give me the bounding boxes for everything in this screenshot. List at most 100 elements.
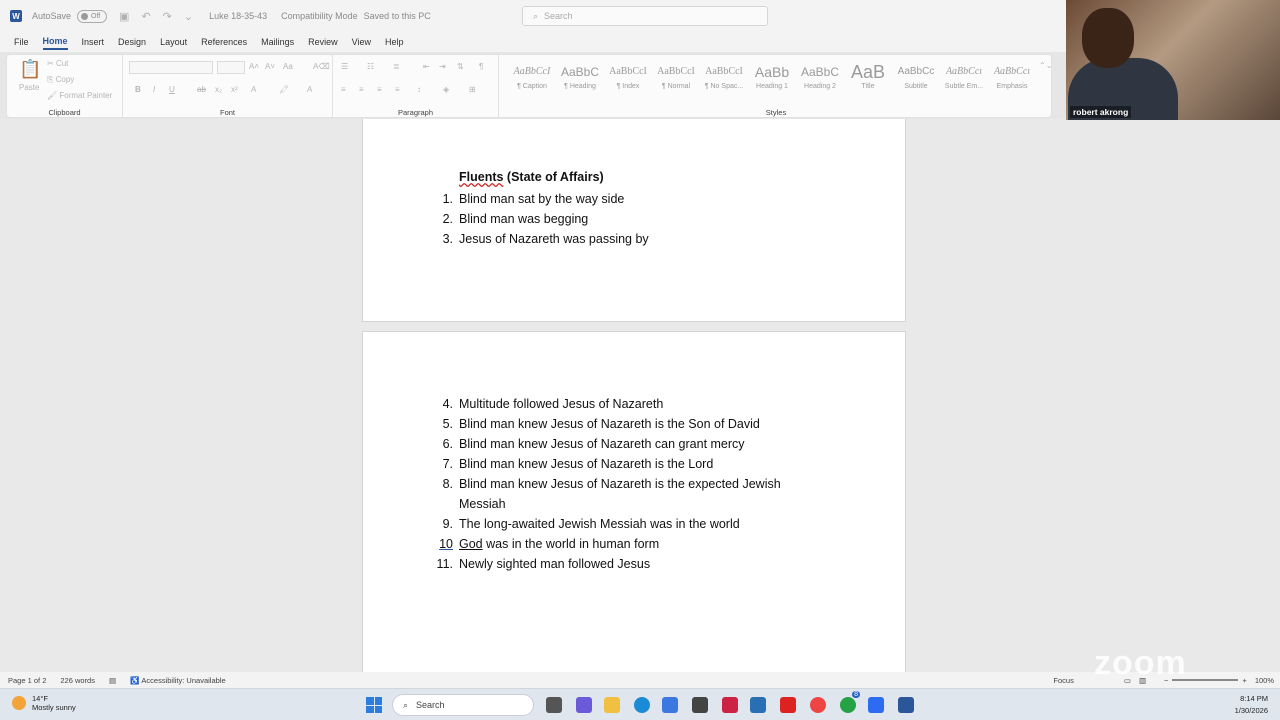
chrome-icon[interactable]: [810, 697, 826, 713]
save-icon[interactable]: ▣: [119, 10, 129, 23]
zoom-in-icon[interactable]: +: [1242, 676, 1246, 685]
highlight-icon[interactable]: 🖍: [279, 85, 289, 94]
clock[interactable]: 8:14 PM 1/30/2026: [1235, 693, 1268, 717]
decrease-indent-icon[interactable]: ⇤: [423, 62, 430, 71]
tab-view[interactable]: View: [352, 35, 371, 49]
weather-widget[interactable]: 14°F Mostly sunny: [12, 694, 76, 712]
borders-icon[interactable]: ⊞: [469, 85, 476, 94]
file-explorer-icon[interactable]: [604, 697, 620, 713]
superscript-icon[interactable]: x²: [231, 85, 238, 94]
style-heading-1[interactable]: AaBb Heading 1: [749, 61, 795, 99]
underline-icon[interactable]: U: [169, 85, 175, 94]
document-canvas[interactable]: Fluents (State of Affairs) 1. Blind man s…: [0, 119, 1280, 672]
accessibility-status[interactable]: Accessibility: Unavailable: [141, 676, 225, 685]
snipping-tool-icon[interactable]: [750, 697, 766, 713]
style-subtle-emphasis[interactable]: AaBbCcı Subtle Em...: [941, 61, 987, 99]
paragraph-group-label: Paragraph: [397, 108, 434, 117]
font-color-icon[interactable]: A: [307, 85, 312, 94]
list-text: Multitude followed Jesus of Nazareth: [459, 397, 664, 411]
section-heading: Fluents (State of Affairs): [459, 170, 604, 184]
list-text: Blind man knew Jesus of Nazareth is the …: [459, 417, 760, 431]
show-formatting-icon[interactable]: ¶: [479, 62, 483, 71]
vscode-icon[interactable]: [692, 697, 708, 713]
tab-file[interactable]: File: [14, 35, 29, 49]
paste-icon[interactable]: 📋: [19, 59, 41, 80]
grow-font-icon[interactable]: A˄: [249, 62, 259, 71]
page-count[interactable]: Page 1 of 2: [8, 676, 46, 685]
zoom-app-icon[interactable]: [868, 697, 884, 713]
style-no-spacing[interactable]: AaBbCcI ¶ No Spac...: [701, 61, 747, 99]
start-button[interactable]: [366, 697, 382, 713]
copilot-icon[interactable]: [576, 697, 592, 713]
tab-insert[interactable]: Insert: [82, 35, 105, 49]
align-right-icon[interactable]: ≡: [377, 85, 382, 94]
multilevel-list-icon[interactable]: ≣: [393, 62, 400, 71]
brush-icon: 🖌: [47, 91, 60, 100]
tab-references[interactable]: References: [201, 35, 247, 49]
italic-icon[interactable]: I: [153, 85, 155, 94]
bold-icon[interactable]: B: [135, 85, 141, 94]
bullets-icon[interactable]: ☰: [341, 62, 348, 71]
subscript-icon[interactable]: x₂: [215, 85, 222, 94]
style-name: ¶ No Spac...: [704, 83, 744, 90]
ribbon: 📋 Paste ✂ Cut ⎘ Copy 🖌 Format Painter Cl…: [6, 54, 1052, 119]
word-taskbar-icon[interactable]: [898, 697, 914, 713]
style-index[interactable]: AaBbCcI ¶ Index: [605, 61, 651, 99]
undo-icon[interactable]: ↶: [141, 10, 150, 23]
video-thumbnail[interactable]: robert akrong: [1066, 0, 1280, 120]
customize-toolbar-icon[interactable]: ⌄: [184, 10, 193, 23]
format-painter-button[interactable]: 🖌 Format Painter: [47, 91, 112, 100]
style-title[interactable]: AaB Title: [845, 61, 891, 99]
proofing-icon[interactable]: ▤: [109, 676, 116, 685]
tab-review[interactable]: Review: [308, 35, 338, 49]
shrink-font-icon[interactable]: A˅: [265, 62, 275, 71]
align-center-icon[interactable]: ≡: [359, 85, 364, 94]
page-2[interactable]: 4. Multitude followed Jesus of Nazareth 5…: [362, 331, 906, 672]
redo-icon[interactable]: ↷: [163, 10, 172, 23]
style-heading[interactable]: AaBbC ¶ Heading: [557, 61, 603, 99]
office-app-icon[interactable]: [780, 697, 796, 713]
line-spacing-icon[interactable]: ↕: [417, 85, 421, 94]
text-effects-icon[interactable]: A: [251, 85, 256, 94]
align-left-icon[interactable]: ≡: [341, 85, 346, 94]
shading-icon[interactable]: ◈: [443, 85, 449, 94]
paste-button[interactable]: Paste: [19, 83, 39, 92]
autosave-toggle[interactable]: Off: [77, 9, 108, 23]
style-caption[interactable]: AaBbCcI ¶ Caption: [509, 61, 555, 99]
tab-help[interactable]: Help: [385, 35, 404, 49]
search-input[interactable]: ⌕ Search: [522, 6, 768, 26]
sort-icon[interactable]: ⇅: [457, 62, 464, 71]
numbering-icon[interactable]: ☷: [367, 62, 374, 71]
copy-button[interactable]: ⎘ Copy: [47, 75, 74, 85]
clear-formatting-icon[interactable]: A⌫: [313, 62, 330, 71]
store-icon[interactable]: [662, 697, 678, 713]
style-heading-2[interactable]: AaBbC Heading 2: [797, 61, 843, 99]
word-count[interactable]: 226 words: [60, 676, 95, 685]
taskbar-search[interactable]: ⌕ Search: [392, 694, 534, 716]
style-emphasis[interactable]: AaBbCcı Emphasis: [989, 61, 1035, 99]
zoom-level[interactable]: 100%: [1255, 676, 1274, 685]
change-case-icon[interactable]: Aa: [283, 62, 293, 71]
whatsapp-icon[interactable]: 8: [840, 691, 860, 713]
styles-scroll-icon[interactable]: ⌃⌄: [1039, 61, 1052, 70]
game-app-icon[interactable]: [722, 697, 738, 713]
tab-home[interactable]: Home: [42, 34, 68, 50]
page-1[interactable]: Fluents (State of Affairs) 1. Blind man s…: [362, 119, 906, 322]
style-normal[interactable]: AaBbCcI ¶ Normal: [653, 61, 699, 99]
task-view-icon[interactable]: [546, 697, 562, 713]
style-subtitle[interactable]: AaBbCc Subtitle: [893, 61, 939, 99]
cut-button[interactable]: ✂ Cut: [47, 59, 68, 68]
strikethrough-icon[interactable]: ab: [197, 85, 206, 94]
focus-mode-button[interactable]: Focus: [1053, 676, 1073, 685]
list-number: 3.: [442, 232, 453, 246]
font-family-dropdown[interactable]: [129, 61, 213, 74]
save-status[interactable]: Saved to this PC: [364, 11, 431, 21]
tab-layout[interactable]: Layout: [160, 35, 187, 49]
tab-mailings[interactable]: Mailings: [261, 35, 294, 49]
font-size-dropdown[interactable]: [217, 61, 245, 74]
tab-design[interactable]: Design: [118, 35, 146, 49]
style-name: Heading 1: [756, 83, 788, 90]
increase-indent-icon[interactable]: ⇥: [439, 62, 446, 71]
justify-icon[interactable]: ≡: [395, 85, 400, 94]
edge-icon[interactable]: [634, 697, 650, 713]
